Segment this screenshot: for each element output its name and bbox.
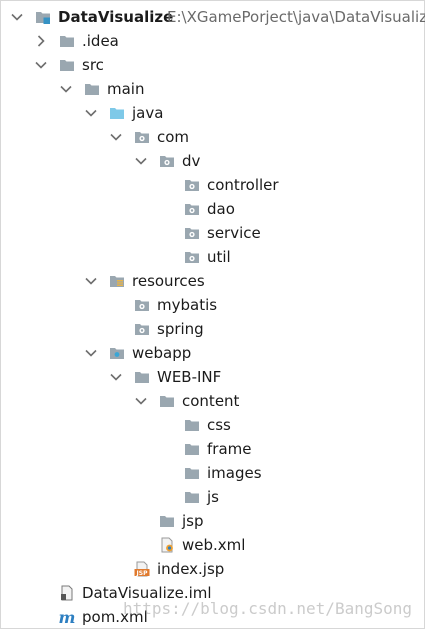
tree-label-dao: dao: [207, 200, 235, 218]
tree-label-web-inf: WEB-INF: [157, 368, 222, 386]
chevron-down-icon[interactable]: [58, 81, 74, 97]
tree-row-mybatis[interactable]: mybatis: [1, 293, 425, 317]
chevron-right-icon[interactable]: [33, 33, 49, 49]
tree-label-com: com: [157, 128, 190, 146]
tree-row-images[interactable]: images: [1, 461, 425, 485]
tree-label-main: main: [107, 80, 145, 98]
module-icon: [35, 9, 51, 25]
package-icon: [184, 225, 200, 241]
folder-icon: [59, 57, 75, 73]
package-icon: [134, 297, 150, 313]
tree-row-webapp[interactable]: webapp: [1, 341, 425, 365]
source-folder-icon: [109, 105, 125, 121]
package-icon: [184, 201, 200, 217]
package-icon: [134, 129, 150, 145]
tree-label-images: images: [207, 464, 262, 482]
folder-icon: [84, 81, 100, 97]
folder-icon: [184, 465, 200, 481]
tree-row-content[interactable]: content: [1, 389, 425, 413]
tree-row-util[interactable]: util: [1, 245, 425, 269]
chevron-down-icon[interactable]: [133, 393, 149, 409]
tree-label-iml: DataVisualize.iml: [82, 584, 212, 602]
tree-label-src: src: [82, 56, 104, 74]
jsp-file-icon: [134, 561, 150, 577]
tree-label-jsp: jsp: [182, 512, 204, 530]
tree-row-index-jsp[interactable]: index.jsp: [1, 557, 425, 581]
tree-row-css[interactable]: css: [1, 413, 425, 437]
tree-row-spring[interactable]: spring: [1, 317, 425, 341]
tree-label-js: js: [207, 488, 219, 506]
tree-label-css: css: [207, 416, 231, 434]
folder-icon: [184, 441, 200, 457]
tree-row-com[interactable]: com: [1, 125, 425, 149]
package-icon: [184, 249, 200, 265]
tree-label-resources: resources: [132, 272, 205, 290]
tree-row-iml[interactable]: DataVisualize.iml: [1, 581, 425, 605]
xml-file-icon: [159, 537, 175, 553]
folder-icon: [59, 33, 75, 49]
folder-icon: [134, 369, 150, 385]
tree-row-web-xml[interactable]: web.xml: [1, 533, 425, 557]
tree-label-content: content: [182, 392, 240, 410]
tree-label-webapp: webapp: [132, 344, 192, 362]
resources-folder-icon: [109, 273, 125, 289]
folder-icon: [159, 393, 175, 409]
tree-row-src[interactable]: src: [1, 53, 425, 77]
project-name: DataVisualize: [58, 8, 174, 26]
folder-icon: [159, 513, 175, 529]
tree-row-main[interactable]: main: [1, 77, 425, 101]
tree-row-project-root[interactable]: DataVisualize E:\XGamePorject\java\DataV…: [1, 5, 425, 29]
chevron-down-icon[interactable]: [83, 273, 99, 289]
tree-label-spring: spring: [157, 320, 204, 338]
chevron-down-icon[interactable]: [133, 153, 149, 169]
tree-row-service[interactable]: service: [1, 221, 425, 245]
chevron-down-icon[interactable]: [108, 129, 124, 145]
folder-icon: [184, 489, 200, 505]
tree-row-jsp[interactable]: jsp: [1, 509, 425, 533]
tree-label-web-xml: web.xml: [182, 536, 246, 554]
tree-label-service: service: [207, 224, 261, 242]
tree-row-dv[interactable]: dv: [1, 149, 425, 173]
maven-icon: [59, 609, 75, 625]
iml-file-icon: [59, 585, 75, 601]
tree-label-frame: frame: [207, 440, 252, 458]
tree-label-util: util: [207, 248, 231, 266]
tree-row-js[interactable]: js: [1, 485, 425, 509]
tree-row-pom-xml[interactable]: pom.xml: [1, 605, 425, 629]
tree-label-index-jsp: index.jsp: [157, 560, 225, 578]
tree-label-java: java: [132, 104, 164, 122]
folder-icon: [184, 417, 200, 433]
tree-row-controller[interactable]: controller: [1, 173, 425, 197]
chevron-down-icon[interactable]: [9, 9, 25, 25]
tree-row-resources[interactable]: resources: [1, 269, 425, 293]
tree-label-mybatis: mybatis: [157, 296, 218, 314]
project-tree: DataVisualize E:\XGamePorject\java\DataV…: [0, 0, 425, 629]
tree-row-frame[interactable]: frame: [1, 437, 425, 461]
tree-row-web-inf[interactable]: WEB-INF: [1, 365, 425, 389]
project-path: E:\XGamePorject\java\DataVisualize: [167, 8, 425, 26]
chevron-down-icon[interactable]: [83, 105, 99, 121]
chevron-down-icon[interactable]: [108, 369, 124, 385]
tree-label-idea: .idea: [82, 32, 119, 50]
web-folder-icon: [109, 345, 125, 361]
package-icon: [184, 177, 200, 193]
tree-label-dv: dv: [182, 152, 201, 170]
tree-row-dao[interactable]: dao: [1, 197, 425, 221]
chevron-down-icon[interactable]: [83, 345, 99, 361]
tree-label-pom-xml: pom.xml: [82, 608, 148, 626]
tree-row-java[interactable]: java: [1, 101, 425, 125]
package-icon: [134, 321, 150, 337]
chevron-down-icon[interactable]: [33, 57, 49, 73]
tree-label-controller: controller: [207, 176, 279, 194]
package-icon: [159, 153, 175, 169]
tree-row-idea[interactable]: .idea: [1, 29, 425, 53]
